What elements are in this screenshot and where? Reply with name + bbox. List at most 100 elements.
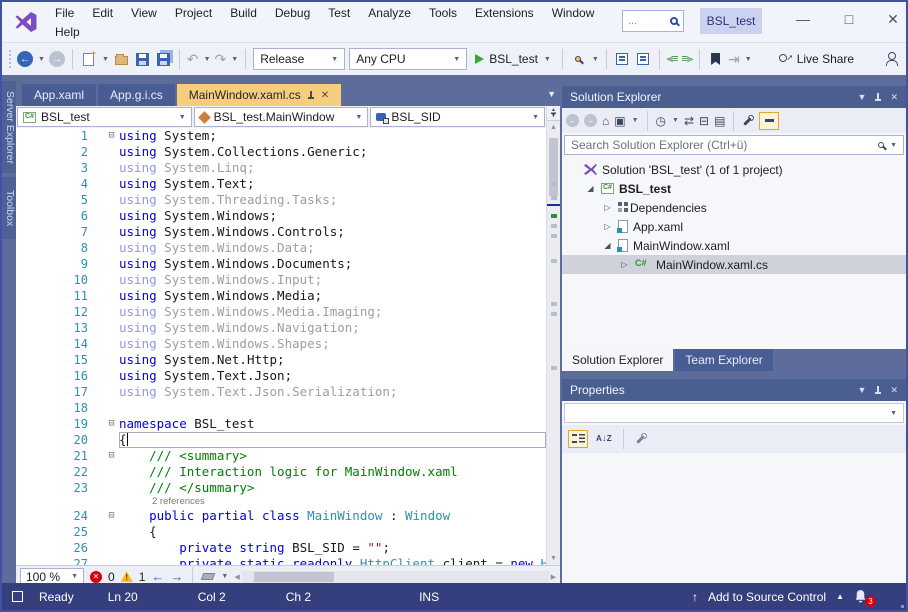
find-in-files-icon[interactable] xyxy=(570,51,587,67)
code-line-17[interactable]: 17using System.Text.Json.Serialization; xyxy=(16,384,546,400)
warning-count[interactable]: 1 xyxy=(139,570,146,584)
close-button[interactable]: ✕ xyxy=(878,6,908,32)
code-line-4[interactable]: 4using System.Text; xyxy=(16,176,546,192)
solution-explorer-title-bar[interactable]: Solution Explorer ▼ ✕ xyxy=(562,86,906,108)
solution-search-input[interactable]: Search Solution Explorer (Ctrl+ü) ▼ xyxy=(564,135,904,155)
code-line-14[interactable]: 14using System.Windows.Shapes; xyxy=(16,336,546,352)
redo-dropdown[interactable]: ▼ xyxy=(231,56,238,63)
code-line-25[interactable]: 25 { xyxy=(16,524,546,540)
new-file-dropdown[interactable]: ▼ xyxy=(102,56,109,63)
tab-overflow-icon[interactable]: ▼ xyxy=(547,89,556,99)
expander-collapsed-icon[interactable]: ▷ xyxy=(602,203,613,212)
code-line-8[interactable]: 8using System.Windows.Data; xyxy=(16,240,546,256)
toolbar-grip[interactable] xyxy=(8,49,13,69)
menu-build[interactable]: Build xyxy=(221,4,266,22)
error-count[interactable]: 0 xyxy=(108,570,115,584)
menu-help[interactable]: Help xyxy=(46,23,89,41)
bookmark-icon[interactable] xyxy=(707,51,724,67)
sort-alphabetical-icon[interactable]: A↓Z xyxy=(596,434,612,444)
toolbox-tab[interactable]: Toolbox xyxy=(2,177,16,239)
tree-item-bsl-test[interactable]: ◢BSL_test xyxy=(562,179,906,198)
undo-icon[interactable]: ↶ xyxy=(187,52,199,66)
menu-view[interactable]: View xyxy=(122,4,166,22)
toolbar-overflow-dropdown[interactable]: ▼ xyxy=(745,56,752,63)
expander-expanded-icon[interactable]: ◢ xyxy=(602,241,613,250)
preview-selected-items-icon[interactable]: ▤ xyxy=(714,115,725,127)
code-line-16[interactable]: 16using System.Text.Json; xyxy=(16,368,546,384)
pending-changes-filter-icon[interactable]: ◷ xyxy=(656,115,666,127)
live-share-label[interactable]: Live Share xyxy=(797,52,854,66)
previous-issue-icon[interactable]: ← xyxy=(151,570,164,583)
code-line-6[interactable]: 6using System.Windows; xyxy=(16,208,546,224)
server-explorer-tab[interactable]: Server Explorer xyxy=(2,81,16,173)
start-debugging-button[interactable]: BSL_test ▼ xyxy=(471,52,555,66)
quick-launch-search[interactable]: ... xyxy=(622,10,684,32)
minimize-button[interactable]: — xyxy=(788,6,818,32)
find-dropdown[interactable]: ▼ xyxy=(592,56,599,63)
horizontal-scrollbar[interactable]: ◀ ▶ xyxy=(234,570,556,584)
pin-icon[interactable] xyxy=(874,92,882,102)
save-all-icon[interactable] xyxy=(155,51,172,67)
highlight-tool-icon[interactable] xyxy=(201,573,216,580)
run-dropdown[interactable]: ▼ xyxy=(544,56,551,63)
menu-test[interactable]: Test xyxy=(319,4,359,22)
chevron-down-icon[interactable]: ▼ xyxy=(890,142,897,149)
code-line-23[interactable]: 23 /// </summary> xyxy=(16,480,546,496)
chevron-down-icon[interactable]: ▼ xyxy=(672,117,679,124)
code-line-21[interactable]: 21⊟ /// <summary> xyxy=(16,448,546,464)
code-line-15[interactable]: 15using System.Net.Http; xyxy=(16,352,546,368)
panel-tab-team-explorer[interactable]: Team Explorer xyxy=(675,349,772,371)
collapse-region-icon[interactable]: ⊟ xyxy=(104,128,119,144)
code-line-18[interactable]: 18 xyxy=(16,400,546,416)
collapse-region-icon[interactable]: ⊟ xyxy=(104,448,119,464)
code-line-19[interactable]: 19⊟namespace BSL_test xyxy=(16,416,546,432)
sync-with-active-document-icon[interactable]: ⇄ xyxy=(684,115,694,127)
menu-debug[interactable]: Debug xyxy=(266,4,319,22)
navigate-back-icon[interactable]: ← xyxy=(17,51,33,67)
tree-item-mainwindow-xaml-cs[interactable]: ▷MainWindow.xaml.cs xyxy=(562,255,906,274)
sign-in-user-icon[interactable] xyxy=(883,51,900,67)
redo-icon[interactable]: ↷ xyxy=(215,52,227,66)
home-icon[interactable]: ⌂ xyxy=(602,115,609,127)
chevron-down-icon[interactable]: ▼ xyxy=(221,573,228,580)
project-dropdown[interactable]: BSL_test ▼ xyxy=(17,107,192,127)
code-line-10[interactable]: 10using System.Windows.Input; xyxy=(16,272,546,288)
save-icon[interactable] xyxy=(134,51,151,67)
code-line-26[interactable]: 26 private string BSL_SID = ""; xyxy=(16,540,546,556)
comment-lines-icon[interactable] xyxy=(614,51,631,67)
tree-item-mainwindow-xaml[interactable]: ◢MainWindow.xaml xyxy=(562,236,906,255)
live-share-icon[interactable] xyxy=(776,51,793,67)
scroll-up-icon[interactable]: ▲ xyxy=(547,121,560,134)
add-to-source-control[interactable]: Add to Source Control xyxy=(708,590,826,604)
vertical-scrollbar[interactable]: ▲▬▼ ▲ ▼ xyxy=(546,106,560,565)
menu-project[interactable]: Project xyxy=(166,4,221,22)
property-pages-wrench-icon[interactable] xyxy=(635,433,647,445)
collapse-all-icon[interactable]: ⊟ xyxy=(699,115,709,127)
scroll-down-icon[interactable]: ▼ xyxy=(547,552,560,565)
decrease-indent-icon[interactable]: ⫷≡ xyxy=(667,53,678,66)
menu-file[interactable]: File xyxy=(46,4,83,22)
document-tab-app-xaml[interactable]: App.xaml xyxy=(22,84,96,106)
properties-wrench-icon[interactable] xyxy=(742,115,754,127)
show-all-files-toggle[interactable] xyxy=(759,112,779,130)
tree-item-solution-bsl-test-1-of-1-project[interactable]: Solution 'BSL_test' (1 of 1 project) xyxy=(562,160,906,179)
panel-tab-solution-explorer[interactable]: Solution Explorer xyxy=(562,349,673,371)
tree-item-app-xaml[interactable]: ▷App.xaml xyxy=(562,217,906,236)
document-tab-mainwindow-xaml-cs[interactable]: MainWindow.xaml.cs✕ xyxy=(177,84,341,106)
navigate-forward-icon[interactable]: → xyxy=(49,51,65,67)
code-line-12[interactable]: 12using System.Windows.Media.Imaging; xyxy=(16,304,546,320)
menu-window[interactable]: Window xyxy=(543,4,604,22)
expander-collapsed-icon[interactable]: ▷ xyxy=(619,260,630,269)
configuration-dropdown[interactable]: Release▼ xyxy=(253,48,345,70)
chevron-up-icon[interactable]: ▲ xyxy=(836,592,844,601)
notifications-bell-icon[interactable]: 3 xyxy=(854,589,872,605)
window-menu-icon[interactable]: ▼ xyxy=(858,92,867,102)
close-icon[interactable]: ✕ xyxy=(890,92,898,103)
close-icon[interactable]: ✕ xyxy=(321,90,329,101)
warning-icon[interactable]: ! xyxy=(121,571,133,582)
code-line-1[interactable]: 1⊟using System; xyxy=(16,128,546,144)
scroll-left-icon[interactable]: ◀ xyxy=(234,570,239,583)
scrollbar-thumb[interactable] xyxy=(549,138,558,196)
maximize-button[interactable]: □ xyxy=(834,6,864,32)
chevron-down-icon[interactable]: ▼ xyxy=(632,117,639,124)
